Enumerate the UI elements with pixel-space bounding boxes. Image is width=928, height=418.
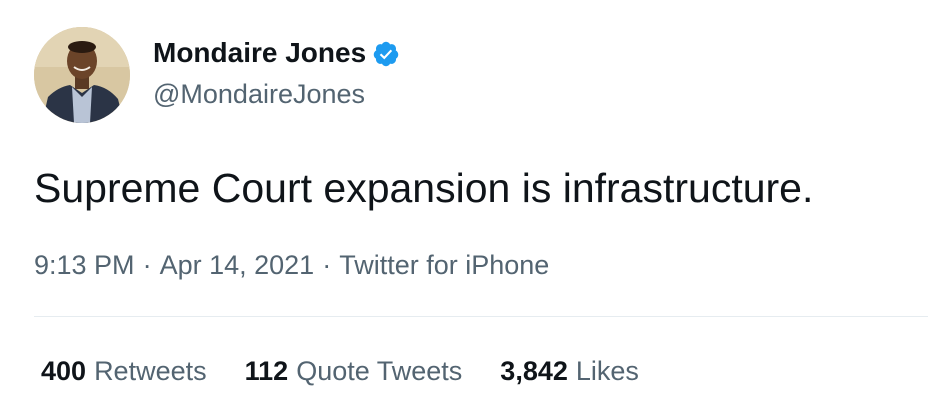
meta-separator: · [322,250,332,280]
likes-stat[interactable]: 3,842 Likes [500,353,639,389]
likes-label: Likes [575,356,639,386]
tweet-date[interactable]: Apr 14, 2021 [160,250,315,280]
tweet-meta: 9:13 PM · Apr 14, 2021 · Twitter for iPhone [34,247,549,283]
tweet-text: Supreme Court expansion is infrastructur… [34,165,814,211]
meta-separator: · [142,250,152,280]
quote-tweets-stat[interactable]: 112 Quote Tweets [245,353,463,389]
quote-tweets-label: Quote Tweets [296,356,463,386]
author-name[interactable]: Mondaire Jones [153,35,400,71]
likes-count: 3,842 [500,356,568,386]
avatar-image [34,27,130,123]
tweet-source[interactable]: Twitter for iPhone [339,250,549,280]
engagement-stats: 400 Retweets 112 Quote Tweets 3,842 Likes [41,353,677,389]
quote-tweets-count: 112 [244,356,289,386]
retweets-label: Retweets [94,356,207,386]
verified-badge-icon [372,40,400,68]
avatar[interactable] [34,27,130,123]
author-name-label: Mondaire Jones [153,37,367,68]
divider [34,316,928,317]
tweet-card: Mondaire Jones @MondaireJones Supreme Co… [0,0,928,418]
retweets-count: 400 [41,356,87,386]
tweet-time[interactable]: 9:13 PM [34,250,135,280]
retweets-stat[interactable]: 400 Retweets [41,353,207,389]
author-handle[interactable]: @MondaireJones [153,77,365,111]
